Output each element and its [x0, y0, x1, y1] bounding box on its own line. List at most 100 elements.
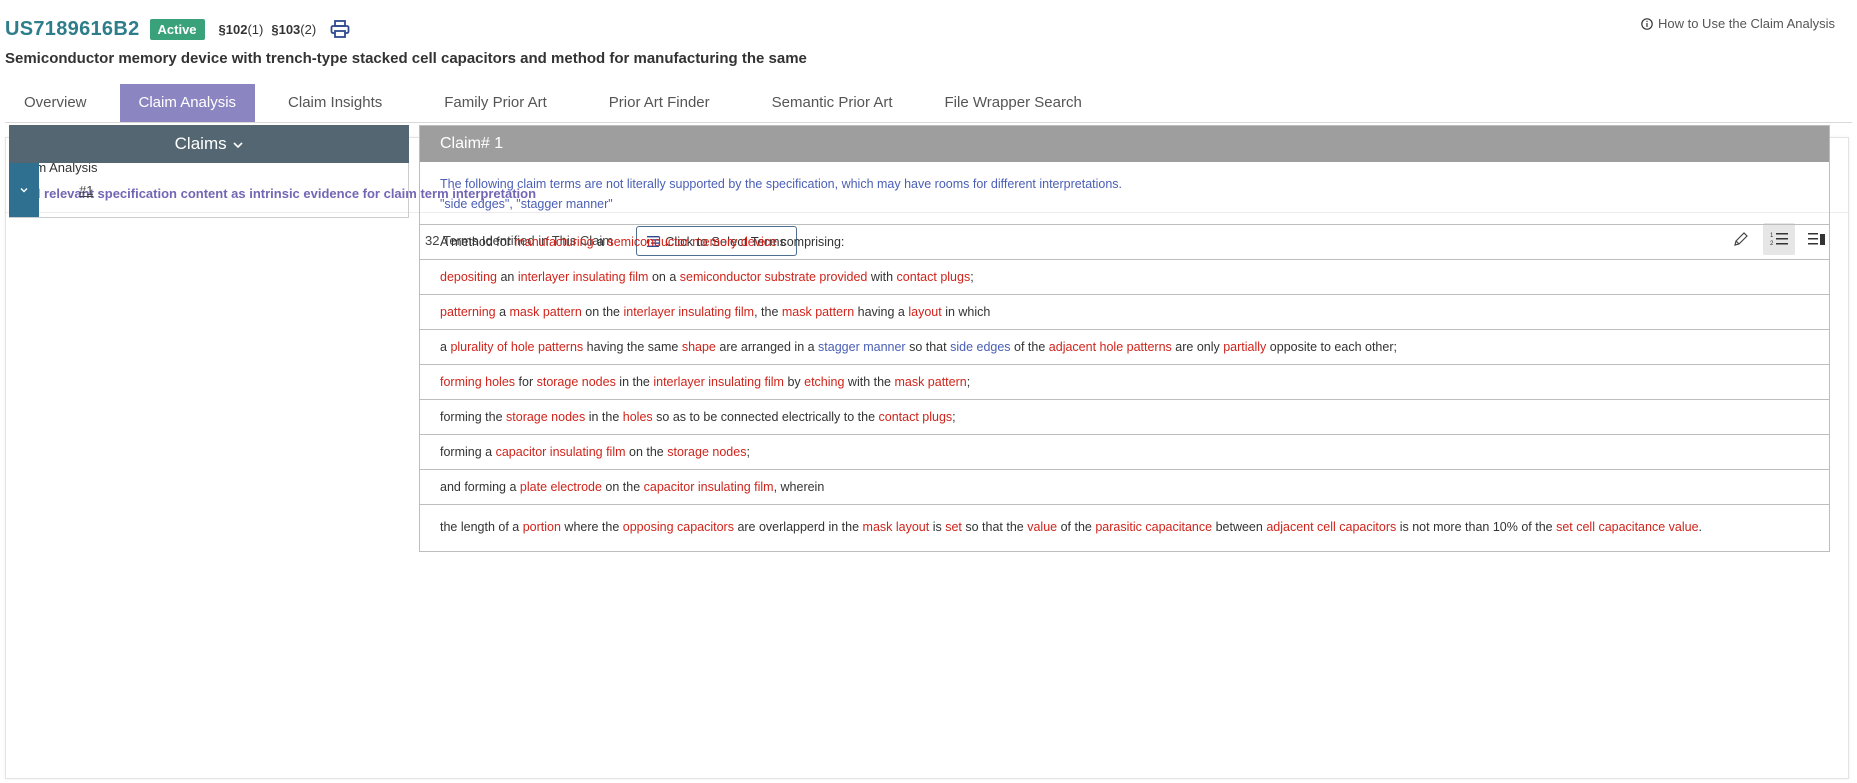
claim-text: forming a	[440, 444, 496, 459]
tab-family-prior-art[interactable]: Family Prior Art	[425, 84, 566, 122]
info-icon	[1641, 17, 1653, 30]
claim-text: where the	[560, 519, 623, 534]
claim-line-text: patterning a mask pattern on the interla…	[440, 303, 990, 322]
claim-text: so that	[905, 339, 951, 354]
row-toggle[interactable]	[9, 163, 39, 217]
claim-text: and forming a	[440, 479, 520, 494]
unsupported-terms-notice: The following claim terms are not litera…	[420, 162, 1829, 225]
claim-text: having a	[854, 304, 909, 319]
claim-text: in the	[615, 374, 654, 389]
patent-title: Semiconductor memory device with trench-…	[5, 50, 807, 67]
claim-term[interactable]: storage nodes	[506, 410, 585, 424]
patent-header: US7189616B2 Active §102(1) §103(2)	[5, 14, 350, 44]
claim-term[interactable]: patterning	[440, 305, 496, 319]
claim-text: with	[867, 269, 897, 284]
claim-term[interactable]: capacitor insulating film	[496, 445, 626, 459]
tab-claim-analysis[interactable]: Claim Analysis	[119, 84, 256, 122]
claim-link-1[interactable]: #1	[79, 183, 93, 198]
claim-term[interactable]: plate electrode	[520, 480, 602, 494]
claim-text: , wherein	[773, 479, 825, 494]
section-103-link[interactable]: §103(2)	[271, 22, 316, 37]
claim-line-text: forming a capacitor insulating film on t…	[440, 443, 750, 462]
claim-text: with the	[844, 374, 895, 389]
status-badge: Active	[149, 18, 205, 40]
claim-term[interactable]: depositing	[440, 270, 497, 284]
claim-term[interactable]: interlayer insulating film	[623, 305, 754, 319]
tab-overview[interactable]: Overview	[5, 84, 106, 122]
tab-file-wrapper-search[interactable]: File Wrapper Search	[926, 84, 1101, 122]
notice-text: The following claim terms are not litera…	[440, 177, 1123, 191]
tab-claim-insights[interactable]: Claim Insights	[269, 84, 401, 122]
claim-term[interactable]: plurality of hole patterns	[450, 340, 583, 354]
claim-term[interactable]: mask layout	[863, 520, 930, 534]
claim-text: a	[593, 234, 608, 249]
claim-term[interactable]: manufacturing	[514, 235, 593, 249]
claim-term[interactable]: parasitic capacitance	[1095, 520, 1212, 534]
claim-text: so as to be connected electrically to th…	[652, 409, 879, 424]
claim-term[interactable]: interlayer insulating film	[518, 270, 649, 284]
tab-prior-art-finder[interactable]: Prior Art Finder	[590, 84, 729, 122]
claim-text: a	[495, 304, 510, 319]
claim-term[interactable]: storage nodes	[667, 445, 746, 459]
claim-term[interactable]: semiconductor memory device	[607, 235, 777, 249]
claim-term[interactable]: partially	[1223, 340, 1266, 354]
claim-term[interactable]: capacitor insulating film	[644, 480, 774, 494]
claim-term[interactable]: contact plugs	[897, 270, 971, 284]
claim-term[interactable]: mask pattern	[782, 305, 854, 319]
claim-text: A method for	[440, 234, 515, 249]
claim-line: patterning a mask pattern on the interla…	[420, 295, 1829, 330]
print-icon[interactable]	[330, 20, 350, 38]
claim-term[interactable]: etching	[804, 375, 844, 389]
claim-term[interactable]: layout	[908, 305, 941, 319]
claim-text: ;	[952, 409, 956, 424]
claim-term[interactable]: storage nodes	[537, 375, 616, 389]
claim-term[interactable]: value	[1027, 520, 1057, 534]
claim-text: a	[440, 339, 451, 354]
claims-dropdown[interactable]: Claims	[9, 125, 409, 163]
claim-term[interactable]: semiconductor substrate provided	[680, 270, 868, 284]
claim-text: for	[515, 374, 537, 389]
claim-text: ;	[966, 374, 971, 389]
unsupported-terms-list[interactable]: "side edges", "stagger manner"	[440, 194, 1809, 214]
unsupported-claim-term[interactable]: side edges	[950, 340, 1010, 354]
chevron-down-icon	[20, 188, 28, 193]
claim-text: .	[1698, 519, 1703, 534]
claim-line-text: forming holes for storage nodes in the i…	[440, 373, 970, 392]
claim-term[interactable]: interlayer insulating film	[653, 375, 784, 389]
claim-line-text: forming the storage nodes in the holes s…	[440, 408, 956, 427]
claim-term[interactable]: set	[945, 520, 962, 534]
claim-line: forming holes for storage nodes in the i…	[420, 365, 1829, 400]
claim-text: on the	[601, 479, 644, 494]
chevron-down-icon	[233, 142, 243, 149]
claim-line-text: a plurality of hole patterns having the …	[440, 338, 1397, 357]
claim-term[interactable]: adjacent cell capacitors	[1266, 520, 1396, 534]
tab-semantic-prior-art[interactable]: Semantic Prior Art	[753, 84, 912, 122]
claim-text: in the	[585, 409, 623, 424]
claim-text: by	[783, 374, 805, 389]
claim-text: are overlapperd in the	[733, 519, 863, 534]
claim-term[interactable]: set cell capacitance value	[1556, 520, 1698, 534]
claim-term[interactable]: holes	[623, 410, 653, 424]
claim-line-text: the length of a portion where the opposi…	[440, 518, 1702, 537]
claim-term[interactable]: mask pattern	[510, 305, 582, 319]
claim-text: between	[1212, 519, 1267, 534]
claim-term[interactable]: adjacent hole patterns	[1049, 340, 1172, 354]
claim-term[interactable]: opposing capacitors	[623, 520, 734, 534]
section-102-link[interactable]: §102(1)	[219, 22, 264, 37]
claim-term[interactable]: portion	[523, 520, 561, 534]
list-item[interactable]: #1	[9, 163, 409, 218]
unsupported-claim-term[interactable]: stagger manner	[818, 340, 906, 354]
claim-line: depositing an interlayer insulating film…	[420, 260, 1829, 295]
claim-text: so that the	[961, 519, 1028, 534]
claim-term[interactable]: forming holes	[440, 375, 515, 389]
claim-line: the length of a portion where the opposi…	[420, 505, 1829, 551]
claim-text: on the	[581, 304, 624, 319]
how-to-use-link[interactable]: How to Use the Claim Analysis	[1641, 16, 1835, 31]
claim-lines: A method for manufacturing a semiconduct…	[420, 225, 1829, 551]
claim-text: of the	[1010, 339, 1049, 354]
claim-term[interactable]: mask pattern	[894, 375, 966, 389]
claim-term[interactable]: contact plugs	[879, 410, 953, 424]
claim-text: of the	[1057, 519, 1096, 534]
claim-term[interactable]: shape	[682, 340, 716, 354]
claim-line: a plurality of hole patterns having the …	[420, 330, 1829, 365]
